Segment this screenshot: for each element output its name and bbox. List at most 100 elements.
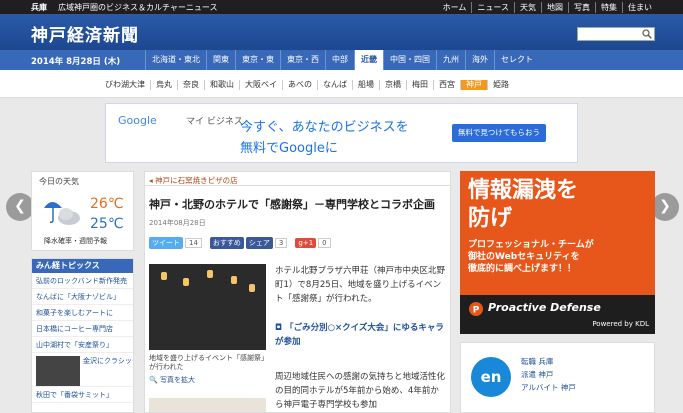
topic-item-label: 金沢にクラシックのカフェ <box>83 357 133 365</box>
topic-item[interactable]: なんばに「大阪ナゾビル」 <box>32 289 133 305</box>
job-link-tenshoku[interactable]: 転職 兵庫 <box>521 355 576 368</box>
tweet-button[interactable]: ツイート <box>149 237 183 249</box>
region-tab-kyushu[interactable]: 九州 <box>436 50 465 70</box>
region-tab-kanto[interactable]: 関東 <box>206 50 235 70</box>
topic-item[interactable]: 秋田で「番袋サミット」 <box>32 387 133 403</box>
tweet-count: 14 <box>185 238 202 248</box>
date-text: 2014年 8月28日 <box>31 57 101 67</box>
city-abeno[interactable]: あべの <box>282 80 317 90</box>
search-input[interactable] <box>577 27 655 41</box>
top-nav: ホーム ニュース 天気 地図 写真 特集 住まい <box>438 2 657 13</box>
lantern-shape <box>231 276 237 284</box>
prev-arrow-icon[interactable]: ❮ <box>6 193 34 221</box>
region-tab-select[interactable]: セレクト <box>494 50 539 70</box>
topnav-housing[interactable]: 住まい <box>622 2 657 13</box>
security-banner-ad[interactable]: 情報漏洩を 防げ プロフェッショナル・チームが 御社のWebセキュリティを 徹底… <box>460 171 655 334</box>
banner-headline-1: 情報漏洩を <box>468 178 579 203</box>
share-button[interactable]: シェア <box>245 237 273 249</box>
region-tabs: 北海道・東北 関東 東京・東 東京・西 中部 近畿 中国・四国 九州 海外 セレ… <box>145 50 539 70</box>
weather-widget: 今日の天気 26℃ 25℃ 降水確率・週間予報 <box>31 171 134 251</box>
related-article-link[interactable]: ◘ 「ごみ分別○×クイズ大会」にゆるキャラが参加 <box>275 321 447 349</box>
weather-forecast-link[interactable]: 降水確率・週間予報 <box>44 236 107 246</box>
photo-caption: 地域を盛り上げるイベント「感謝祭」が行われた <box>149 354 265 371</box>
article: ◂ 神戸に石窯焼きピザの店 神戸・北野のホテルで「感謝祭」－専門学校とコラボ企画… <box>144 171 451 413</box>
ad-line-1: 今すぐ、あなたのビジネスを <box>240 120 409 135</box>
city-himeji[interactable]: 姫路 <box>487 80 514 90</box>
en-logo[interactable]: en <box>471 357 511 397</box>
social-buttons: ツイート 14 おすすめ シェア 3 g+1 0 <box>149 237 339 249</box>
banner-brand: Proactive Defense <box>488 301 601 314</box>
jobs-widget: en 転職 兵庫 派遣 神戸 アルバイト 神戸 <box>460 342 655 413</box>
city-osakabay[interactable]: 大阪ベイ <box>239 80 282 90</box>
topnav-map[interactable]: 地図 <box>541 2 568 13</box>
region-tab-chugoku[interactable]: 中国・四国 <box>383 50 436 70</box>
article-body-1: ホテル北野プラザ六甲荘（神戸市中央区北野町1）で8月25日、地域を盛り上げるイベ… <box>275 266 446 304</box>
city-nara[interactable]: 奈良 <box>177 80 204 90</box>
city-umeda[interactable]: 梅田 <box>406 80 433 90</box>
article-crumb[interactable]: ◂ 神戸に石窯焼きピザの店 <box>145 172 450 186</box>
job-link-arbeit[interactable]: アルバイト 神戸 <box>521 381 576 394</box>
job-link-haken[interactable]: 派遣 神戸 <box>521 368 576 381</box>
topnav-feature[interactable]: 特集 <box>595 2 622 13</box>
google-ad[interactable]: Google マイ ビジネス 今すぐ、あなたのビジネスを 無料でGoogleに … <box>105 103 578 163</box>
site-header: 神戸経済新聞 <box>0 14 683 50</box>
city-nishinomiya[interactable]: 西宮 <box>433 80 460 90</box>
lantern-shape <box>207 270 213 278</box>
banner-desc-3: 徹底的に調べ上げます！！ <box>468 264 577 274</box>
site-logo[interactable]: 神戸経済新聞 <box>31 21 139 46</box>
banner-desc-2: 御社のWebセキュリティを <box>468 252 580 262</box>
region-tab-tokyo-west[interactable]: 東京・西 <box>280 50 325 70</box>
region-tab-hokkaido[interactable]: 北海道・東北 <box>145 50 206 70</box>
topic-item-with-thumb[interactable]: 金沢にクラシックのカフェ <box>32 353 133 387</box>
region-tab-chubu[interactable]: 中部 <box>325 50 354 70</box>
city-wakayama[interactable]: 和歌山 <box>204 80 239 90</box>
city-karasuma[interactable]: 烏丸 <box>150 80 177 90</box>
article-photo[interactable] <box>149 264 266 350</box>
city-kyobashi[interactable]: 京橋 <box>379 80 406 90</box>
photo-enlarge-link[interactable]: 🔍 写真を拡大 <box>149 375 195 385</box>
topnav-weather[interactable]: 天気 <box>514 2 541 13</box>
ad-mybusiness: マイ ビジネス <box>186 117 243 127</box>
article-title: 神戸・北野のホテルで「感謝祭」－専門学校とコラボ企画 <box>149 198 435 211</box>
topnav-photo[interactable]: 写真 <box>568 2 595 13</box>
city-semba[interactable]: 船場 <box>352 80 379 90</box>
topic-item[interactable]: 山中湖村で「安産祭り」 <box>32 337 133 353</box>
topic-item[interactable]: 和菓子を楽しむアートに <box>32 305 133 321</box>
lantern-shape <box>249 284 255 292</box>
city-kobe[interactable]: 神戸 <box>460 80 487 90</box>
article-date: 2014年08月28日 <box>149 219 206 227</box>
like-button[interactable]: おすすめ <box>209 237 244 249</box>
topnav-news[interactable]: ニュース <box>471 2 514 13</box>
related-text: 「ごみ分別○×クイズ大会」にゆるキャラが参加 <box>275 323 444 347</box>
share-count: 3 <box>274 238 288 248</box>
region-tab-kinki[interactable]: 近畿 <box>354 50 383 70</box>
topnav-home[interactable]: ホーム <box>438 2 472 13</box>
site-tagline: 広域神戸圏のビジネス＆カルチャーニュース <box>58 3 218 12</box>
umbrella-cloud-icon <box>44 202 80 225</box>
topic-item[interactable]: 日本橋にコーヒー専門店 <box>32 321 133 337</box>
current-date: 2014年 8月28日 (木) <box>31 55 120 67</box>
article-map[interactable] <box>149 398 266 412</box>
weather-title: 今日の天気 <box>39 177 79 186</box>
region-bar: 2014年 8月28日 (木) 北海道・東北 関東 東京・東 東京・西 中部 近… <box>0 50 683 70</box>
photo-enlarge-text: 写真を拡大 <box>159 376 195 384</box>
article-body-2: 周辺地域住民への感謝の気持ちと地域活性化の目的同ホテルが5年前から始め、4年前か… <box>275 372 446 410</box>
svg-text:P: P <box>473 306 480 316</box>
gplus-button[interactable]: g+1 <box>295 238 317 248</box>
city-nav-items: びわ湖大津 烏丸 奈良 和歌山 大阪ベイ あべの なんば 船場 京橋 梅田 西宮… <box>100 80 514 90</box>
search-icon[interactable] <box>642 29 652 39</box>
ad-cta-button[interactable]: 無料で見つけてもらおう <box>452 124 546 142</box>
banner-brand-bar: P Proactive Defense Powered by KDL <box>460 295 655 334</box>
banner-powered-by: Powered by KDL <box>592 320 649 328</box>
top-bar: 兵庫 広域神戸圏のビジネス＆カルチャーニュース ホーム ニュース 天気 地図 写… <box>0 0 683 14</box>
region-tab-tokyo-east[interactable]: 東京・東 <box>235 50 280 70</box>
region-tab-overseas[interactable]: 海外 <box>465 50 494 70</box>
topic-thumbnail <box>36 356 80 386</box>
job-links: 転職 兵庫 派遣 神戸 アルバイト 神戸 <box>521 355 576 394</box>
next-arrow-icon[interactable]: ❯ <box>651 193 679 221</box>
city-namba[interactable]: なんば <box>317 80 352 90</box>
city-biwako[interactable]: びわ湖大津 <box>100 80 150 90</box>
topics-panel: みん経トピックス 弘前のロックバンド新作発売 なんばに「大阪ナゾビル」 和菓子を… <box>31 258 134 413</box>
topic-item[interactable]: 弘前のロックバンド新作発売 <box>32 273 133 289</box>
google-logo: Google <box>118 114 157 127</box>
